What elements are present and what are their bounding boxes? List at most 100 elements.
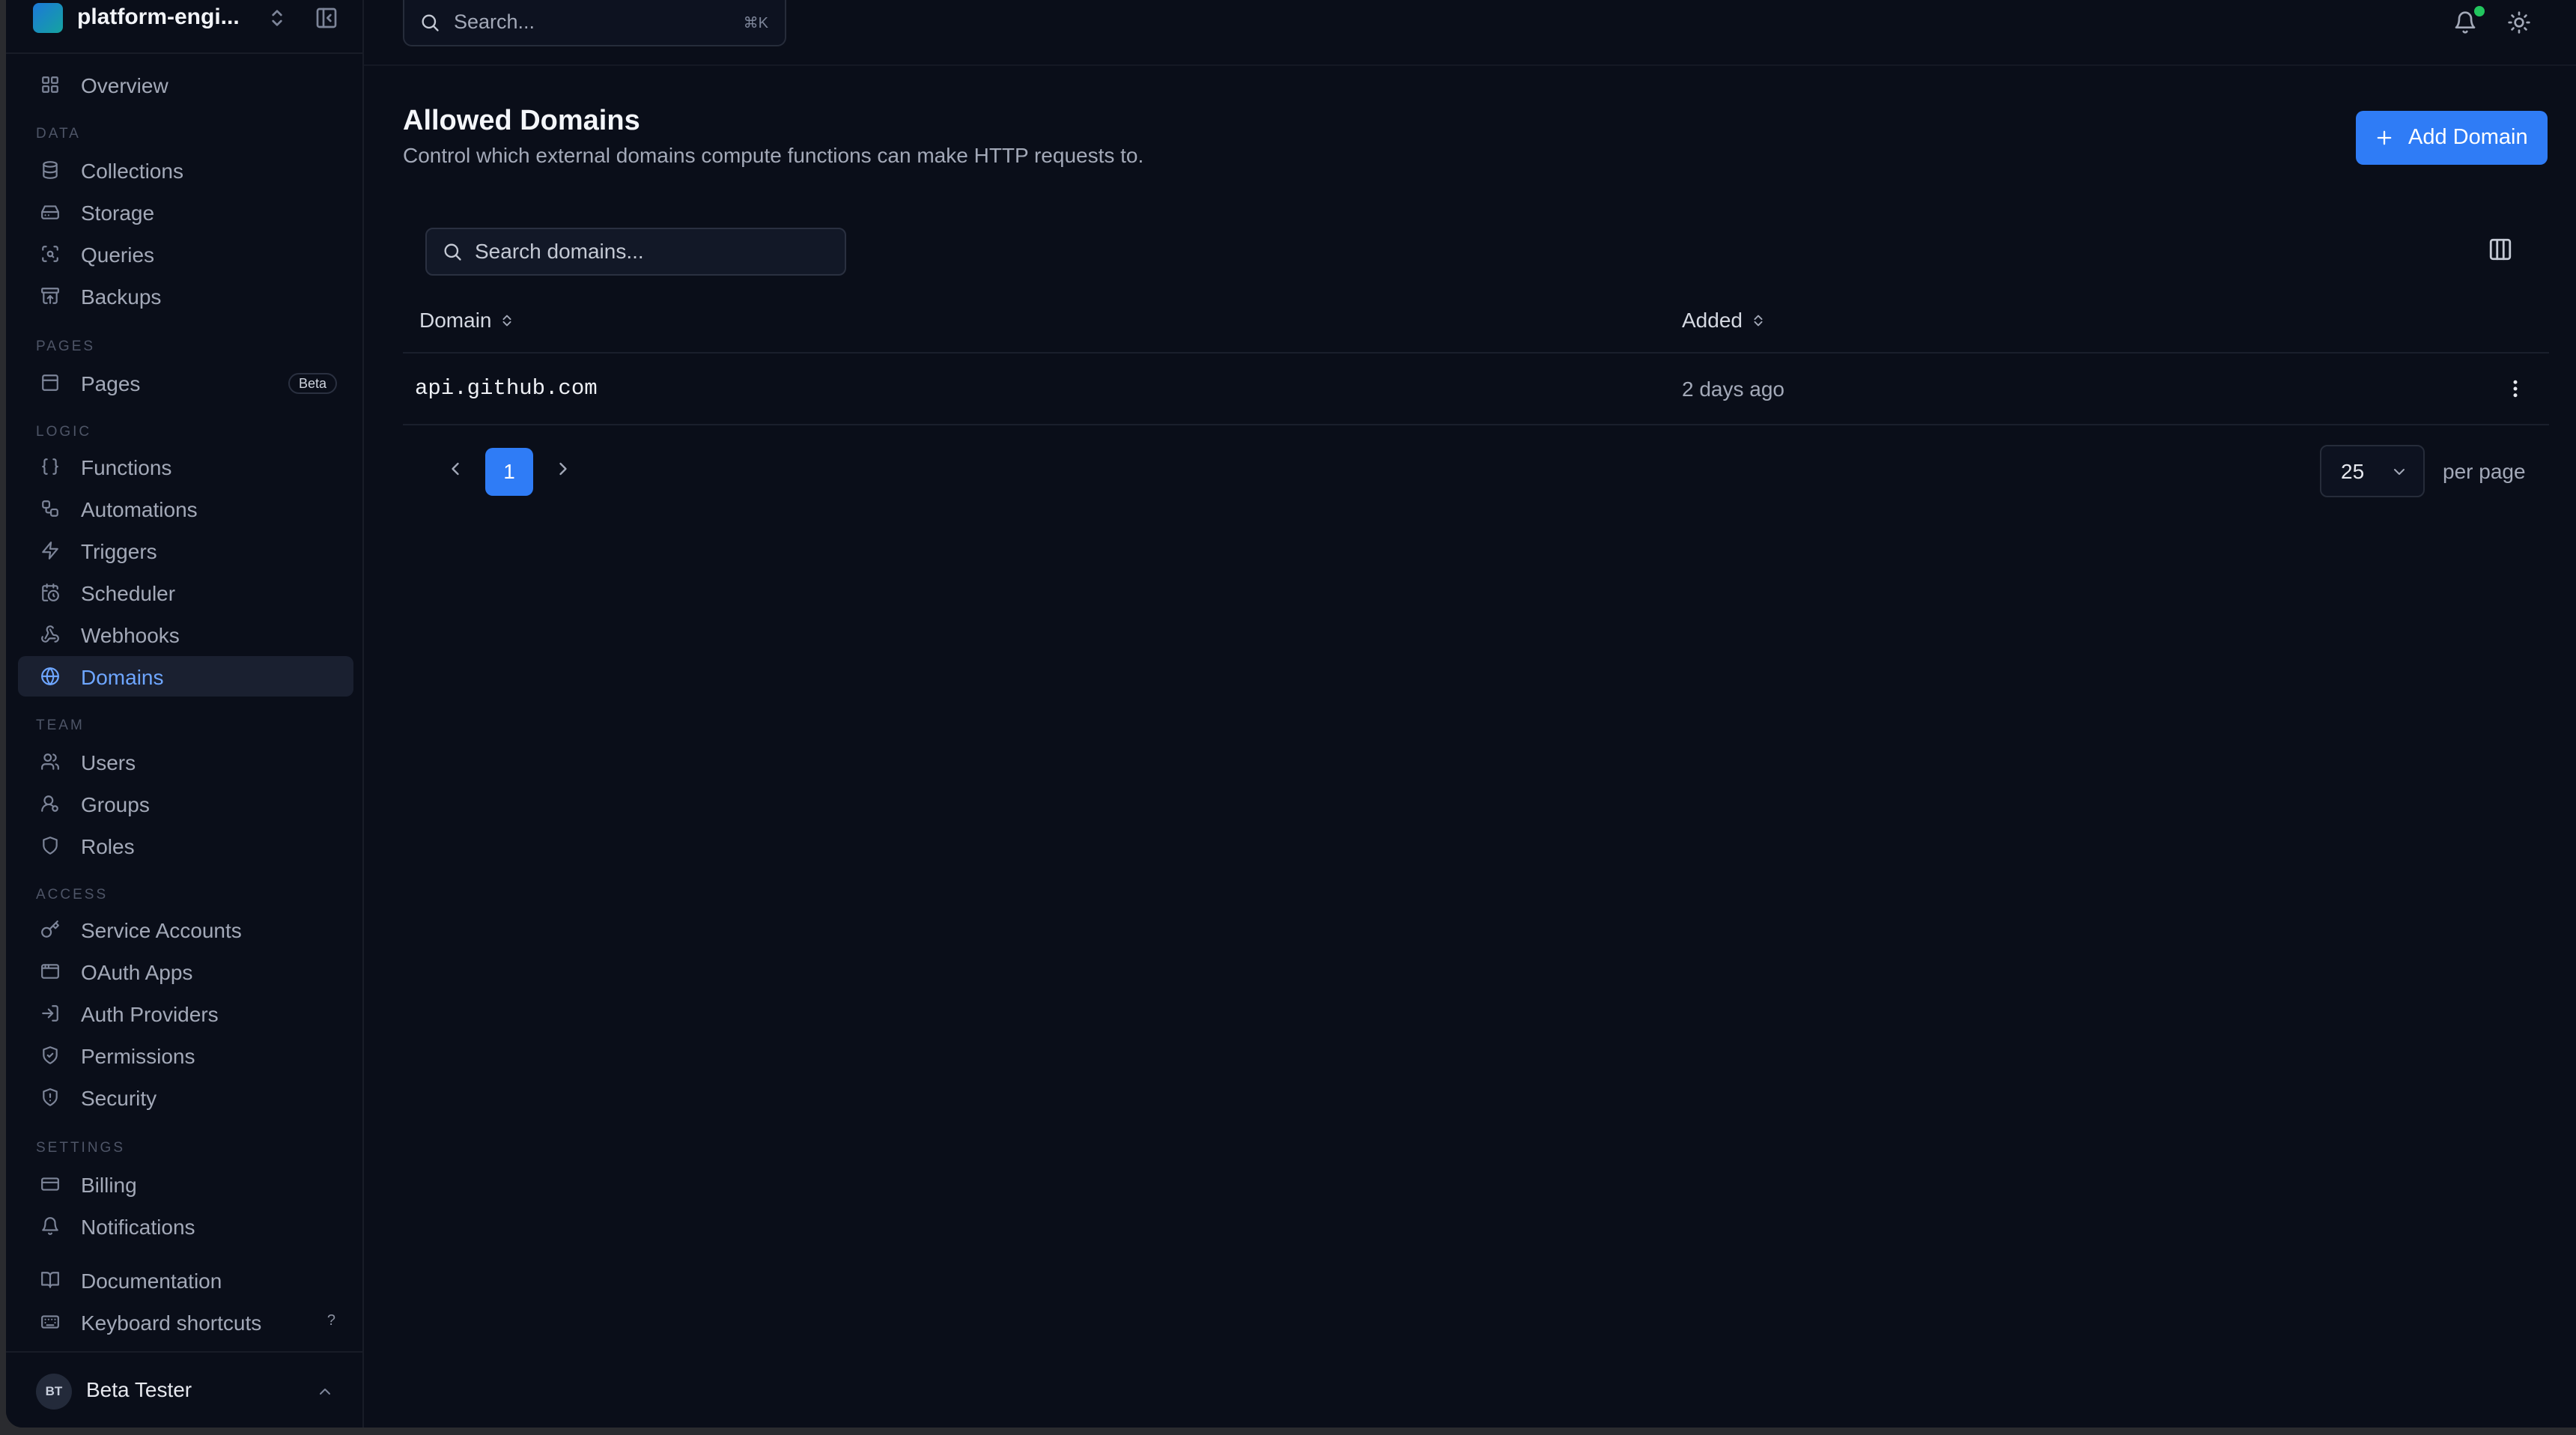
sort-icon — [502, 315, 511, 327]
page-1-button[interactable]: 1 — [485, 448, 533, 496]
domain-search-input[interactable] — [475, 237, 834, 267]
top-bar: Search... ⌘K — [364, 0, 2576, 66]
book-open-icon — [41, 1272, 59, 1288]
database-icon — [43, 161, 58, 179]
layout-grid-icon — [42, 76, 58, 93]
section-label-logic: LOGIC — [36, 424, 92, 440]
sidebar-item-label: Scheduler — [81, 582, 176, 605]
sidebar-item-queries[interactable]: Queries — [18, 234, 353, 274]
sidebar-item-triggers[interactable]: Triggers — [18, 530, 353, 571]
users-icon — [41, 753, 59, 770]
page-title: Allowed Domains — [403, 105, 640, 136]
plus-icon — [2377, 130, 2392, 145]
sidebar-item-keyboard-shortcuts[interactable]: Keyboard shortcuts ? — [18, 1302, 353, 1342]
globe-icon — [41, 667, 59, 685]
calendar-clock-icon — [42, 583, 59, 601]
sidebar-item-functions[interactable]: Functions — [18, 446, 353, 487]
global-search[interactable]: Search... ⌘K — [403, 0, 786, 46]
chevron-down-icon — [2394, 469, 2405, 475]
user-name: Beta Tester — [86, 1378, 192, 1401]
workflow-icon — [42, 500, 58, 517]
sidebar-item-service-accounts[interactable]: Service Accounts — [18, 909, 353, 950]
added-cell: 2 days ago — [1682, 377, 1784, 401]
sidebar-item-label: Storage — [81, 201, 155, 225]
sidebar-item-auth-providers[interactable]: Auth Providers — [18, 993, 353, 1034]
add-domain-button[interactable]: Add Domain — [2356, 111, 2548, 165]
sidebar-item-label: Permissions — [81, 1045, 195, 1068]
more-vertical-icon[interactable] — [2504, 377, 2527, 400]
global-search-label: Search... — [454, 10, 535, 33]
shield-check-icon — [43, 1046, 58, 1064]
domain-cell: api.github.com — [415, 376, 598, 401]
shield-icon — [43, 837, 58, 855]
notifications-bell-icon[interactable] — [2453, 10, 2477, 34]
sidebar-item-pages[interactable]: Pages Beta — [18, 362, 353, 403]
sidebar: platform-engi... Overview DATA Collectio… — [6, 0, 364, 1428]
columns-icon[interactable] — [2488, 237, 2513, 262]
section-label-pages: PAGES — [36, 339, 96, 354]
user-menu[interactable]: BT Beta Tester — [6, 1351, 364, 1428]
sidebar-item-permissions[interactable]: Permissions — [18, 1035, 353, 1076]
sidebar-item-groups[interactable]: Groups — [18, 783, 353, 824]
keyboard-icon — [41, 1315, 59, 1329]
bell-icon — [42, 1217, 58, 1235]
table-row-divider — [403, 424, 2549, 425]
chevron-left-icon[interactable] — [445, 458, 466, 479]
sidebar-item-label: Queries — [81, 243, 155, 267]
hard-drive-icon — [41, 205, 59, 219]
sidebar-item-label: Service Accounts — [81, 919, 242, 942]
column-header-added[interactable]: Added — [1682, 309, 1767, 333]
section-label-settings: SETTINGS — [36, 1140, 126, 1156]
sidebar-collapse-icon[interactable] — [315, 6, 338, 30]
per-page-label: per page — [2443, 460, 2526, 483]
domain-search[interactable] — [425, 228, 846, 276]
sidebar-item-scheduler[interactable]: Scheduler — [18, 572, 353, 613]
workspace-name: platform-engi... — [77, 4, 240, 29]
section-label-data: DATA — [36, 126, 81, 142]
sidebar-item-label: Functions — [81, 456, 172, 479]
log-in-icon — [42, 1005, 58, 1022]
chevrons-up-down-icon[interactable] — [265, 6, 289, 30]
sidebar-item-label: Automations — [81, 498, 198, 521]
scan-search-icon — [42, 246, 58, 262]
sidebar-item-backups[interactable]: Backups — [18, 276, 353, 316]
sidebar-item-overview[interactable]: Overview — [18, 64, 353, 105]
sidebar-item-webhooks[interactable]: Webhooks — [18, 614, 353, 655]
sidebar-item-notifications[interactable]: Notifications — [18, 1206, 353, 1246]
notification-dot — [2474, 6, 2485, 16]
zap-icon — [42, 541, 58, 559]
page-description: Control which external domains compute f… — [403, 144, 1144, 167]
user-round-icon — [41, 795, 58, 812]
sidebar-item-label: Triggers — [81, 540, 157, 563]
chevron-right-icon[interactable] — [553, 458, 574, 479]
sidebar-item-users[interactable]: Users — [18, 741, 353, 782]
sidebar-item-automations[interactable]: Automations — [18, 488, 353, 529]
sidebar-item-label: Auth Providers — [81, 1003, 219, 1026]
sidebar-item-storage[interactable]: Storage — [18, 192, 353, 232]
sidebar-item-roles[interactable]: Roles — [18, 825, 353, 866]
workspace-switcher[interactable]: platform-engi... — [6, 0, 364, 54]
chevron-up-icon — [320, 1389, 330, 1395]
add-domain-label: Add Domain — [2408, 125, 2528, 149]
panel-top-icon — [42, 374, 58, 391]
per-page-select[interactable]: 25 — [2320, 445, 2425, 497]
sidebar-item-security[interactable]: Security — [18, 1077, 353, 1117]
per-page-value: 25 — [2341, 460, 2365, 483]
column-header-domain[interactable]: Domain — [419, 309, 515, 333]
sidebar-item-oauth-apps[interactable]: OAuth Apps — [18, 951, 353, 992]
section-label-team: TEAM — [36, 718, 85, 733]
sidebar-item-domains[interactable]: Domains — [18, 656, 353, 697]
webhook-icon — [41, 625, 59, 643]
avatar: BT — [36, 1374, 72, 1410]
sun-icon[interactable] — [2507, 10, 2531, 34]
sidebar-item-collections[interactable]: Collections — [18, 150, 353, 190]
sidebar-item-billing[interactable]: Billing — [18, 1164, 353, 1204]
sidebar-item-documentation[interactable]: Documentation — [18, 1260, 353, 1300]
archive-restore-icon — [41, 288, 59, 304]
column-header-label: Added — [1682, 309, 1743, 332]
shield-alert-icon — [43, 1088, 58, 1106]
table-header-divider — [403, 352, 2549, 354]
search-icon — [444, 243, 461, 261]
sidebar-item-label: Documentation — [81, 1269, 222, 1293]
main-content: Allowed Domains Control which external d… — [364, 66, 2576, 1428]
